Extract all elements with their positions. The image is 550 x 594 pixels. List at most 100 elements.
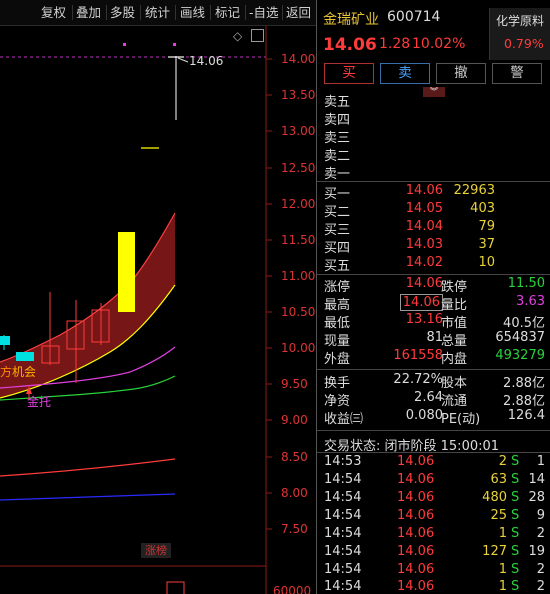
tick-time: 14:53 bbox=[324, 454, 362, 469]
bid-price: 14.06 bbox=[405, 183, 443, 198]
tick-row: 14:54 14.06 480 S 28 bbox=[317, 490, 550, 508]
sector-name: 化学原料 bbox=[496, 14, 545, 28]
zhangbang-tag[interactable]: 涨榜 bbox=[141, 543, 171, 558]
bid-row[interactable]: 买三 14.04 79 bbox=[317, 219, 550, 238]
stat-row: 现量 81 总量 654837 bbox=[317, 330, 550, 349]
stat-row: 净资 2.64 流通 2.88亿 bbox=[317, 390, 550, 409]
turnover-value: 22.72% bbox=[393, 372, 443, 387]
tick-row: 14:54 14.06 127 S 19 bbox=[317, 544, 550, 562]
volume-ratio-value: 3.63 bbox=[516, 294, 545, 309]
ask-row: 卖一 bbox=[317, 163, 550, 182]
bid-volume: 22963 bbox=[453, 183, 495, 198]
price-change-pct: 10.02% bbox=[412, 36, 466, 52]
divider bbox=[317, 274, 550, 275]
tick-direction: S bbox=[511, 490, 520, 505]
price-tick: 7.50 bbox=[281, 522, 308, 536]
current-price: 14.06 bbox=[323, 35, 377, 55]
tick-direction: S bbox=[511, 526, 520, 541]
high-price-label: 14.06 bbox=[189, 54, 224, 68]
price-tick: 11.50 bbox=[281, 233, 316, 247]
bid-label: 买四 bbox=[324, 241, 351, 256]
tick-qty: 1 bbox=[498, 562, 507, 577]
tick-price: 14.06 bbox=[397, 490, 435, 505]
kline-chart[interactable]: 复权 叠加 多股 统计 画线 标记 -自选 返回 ◇ 14.06 方机会 金托 … bbox=[0, 0, 316, 594]
tick-count: 9 bbox=[536, 508, 545, 523]
tick-count: 2 bbox=[536, 579, 545, 594]
tick-time: 14:54 bbox=[324, 544, 362, 559]
price-tick: 12.00 bbox=[281, 197, 316, 211]
sell-button[interactable]: 卖 bbox=[380, 63, 430, 84]
tick-price: 14.06 bbox=[397, 472, 435, 487]
bid-price: 14.02 bbox=[405, 255, 443, 270]
divider bbox=[317, 369, 550, 370]
price-tick: 14.00 bbox=[281, 52, 316, 66]
tick-time: 14:54 bbox=[324, 562, 362, 577]
ask-label: 卖三 bbox=[324, 131, 351, 146]
high-pointer bbox=[177, 57, 189, 63]
bid-label: 买三 bbox=[324, 223, 351, 238]
stat-label: 涨停 bbox=[324, 280, 351, 295]
total-volume-value: 654837 bbox=[495, 330, 545, 345]
candle bbox=[0, 336, 10, 345]
stat-label: 股本 bbox=[441, 376, 468, 391]
cancel-order-button[interactable]: 撤 bbox=[436, 63, 486, 84]
tick-row: 14:54 14.06 63 S 14 bbox=[317, 472, 550, 490]
buy-button[interactable]: 买 bbox=[324, 63, 374, 84]
stat-label: 总量 bbox=[441, 334, 468, 349]
sector-box[interactable]: 化学原料 0.79% bbox=[489, 8, 550, 60]
candle bbox=[16, 352, 34, 361]
tick-count: 1 bbox=[536, 454, 545, 469]
chart-canvas bbox=[0, 26, 272, 594]
candles bbox=[0, 56, 184, 383]
stat-row: 换手 22.72% 股本 2.88亿 bbox=[317, 372, 550, 391]
ma-blue bbox=[0, 493, 176, 501]
tick-price: 14.06 bbox=[397, 508, 435, 523]
marker-dot bbox=[173, 43, 176, 46]
opportunity-label: 方机会 bbox=[0, 365, 37, 379]
gold-support-label: 金托 bbox=[27, 395, 52, 409]
divider bbox=[317, 452, 550, 453]
stock-name: 金瑞矿业 bbox=[323, 12, 379, 28]
stat-label: 收益㈢ bbox=[324, 412, 364, 427]
price-change: 1.28 bbox=[379, 36, 411, 52]
stat-label: 换手 bbox=[324, 376, 351, 391]
price-tick: 8.00 bbox=[281, 486, 308, 500]
price-tick: 9.50 bbox=[281, 377, 308, 391]
limit-up-candle bbox=[118, 232, 135, 312]
ask-label: 卖四 bbox=[324, 113, 351, 128]
alert-button[interactable]: 警 bbox=[492, 63, 542, 84]
tick-time: 14:54 bbox=[324, 526, 362, 541]
bid-row[interactable]: 买五 14.02 10 bbox=[317, 255, 550, 274]
tick-time: 14:54 bbox=[324, 508, 362, 523]
tick-price: 14.06 bbox=[397, 544, 435, 559]
bid-row[interactable]: 买二 14.05 403 bbox=[317, 201, 550, 220]
tick-count: 2 bbox=[536, 562, 545, 577]
ask-row: 卖五 bbox=[317, 91, 550, 110]
tick-qty: 480 bbox=[482, 490, 507, 505]
bid-volume: 10 bbox=[478, 255, 495, 270]
stat-row: 涨停 14.06 跌停 11.50 bbox=[317, 276, 550, 295]
axis-ticks bbox=[266, 58, 272, 530]
low-value: 13.16 bbox=[405, 312, 443, 327]
quote-panel: 金瑞矿业 600714 14.06 1.28 10.02% 化学原料 0.79%… bbox=[316, 0, 550, 594]
tick-direction: S bbox=[511, 579, 520, 594]
stat-label: PE(动) bbox=[441, 412, 481, 427]
bid-row[interactable]: 买一 14.06 22963 bbox=[317, 183, 550, 202]
tick-price: 14.06 bbox=[397, 454, 435, 469]
stat-row: 收益㈢ 0.080 PE(动) 126.4 bbox=[317, 408, 550, 427]
tick-direction: S bbox=[511, 544, 520, 559]
price-tick: 10.00 bbox=[281, 341, 316, 355]
eps-value: 0.080 bbox=[405, 408, 443, 423]
ask-label: 卖一 bbox=[324, 167, 351, 182]
tick-count: 2 bbox=[536, 526, 545, 541]
tick-count: 19 bbox=[528, 544, 545, 559]
price-tick: 11.00 bbox=[281, 269, 316, 283]
shares-value: 2.88亿 bbox=[503, 376, 545, 391]
limit-down-value: 11.50 bbox=[507, 276, 545, 291]
bid-row[interactable]: 买四 14.03 37 bbox=[317, 237, 550, 256]
divider bbox=[317, 181, 550, 182]
volume-bar bbox=[166, 581, 185, 594]
bid-price: 14.03 bbox=[405, 237, 443, 252]
stock-code: 600714 bbox=[387, 9, 441, 25]
tick-qty: 1 bbox=[498, 579, 507, 594]
